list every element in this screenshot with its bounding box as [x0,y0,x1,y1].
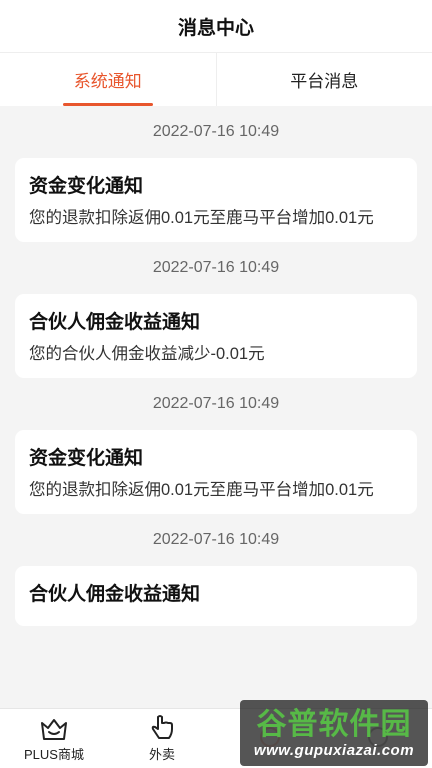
message-title: 资金变化通知 [29,448,144,469]
page-header: 消息中心 [0,0,432,52]
message-time: 2022-07-16 10:49 [152,531,280,548]
message-group: 2022-07-16 10:49 合伙人佣金收益通知 [0,514,432,626]
tab-platform-message[interactable]: 平台消息 [215,53,432,106]
hand-pointer-icon [151,715,173,739]
message-card[interactable]: 资金变化通知 您的退款扣除返佣0.01元至鹿马平台增加0.01元 [15,430,417,514]
message-time: 2022-07-16 10:49 [152,123,280,140]
tab-bar: 系统通知 平台消息 [0,52,432,106]
message-card[interactable]: 合伙人佣金收益通知 [15,566,417,626]
message-group: 2022-07-16 10:49 合伙人佣金收益通知 您的合伙人佣金收益减少-0… [0,242,432,378]
watermark-url: www.gupuxiazai.com [253,741,415,759]
message-time: 2022-07-16 10:49 [152,259,280,276]
tab-label: 系统通知 [73,72,142,91]
message-body: 您的退款扣除返佣0.01元至鹿马平台增加0.01元 [29,481,374,499]
message-body: 您的合伙人佣金收益减少-0.01元 [29,345,265,363]
message-card[interactable]: 资金变化通知 您的退款扣除返佣0.01元至鹿马平台增加0.01元 [15,158,417,242]
message-group: 2022-07-16 10:49 资金变化通知 您的退款扣除返佣0.01元至鹿马… [0,106,432,242]
crown-basket-icon [41,719,67,740]
tab-system-notice[interactable]: 系统通知 [0,53,216,106]
site-watermark: 谷普软件园 www.gupuxiazai.com [240,700,428,766]
tab-label: 平台消息 [290,72,359,91]
message-title: 合伙人佣金收益通知 [29,584,201,605]
nav-label: PLUS商城 [24,747,84,762]
message-title: 合伙人佣金收益通知 [29,312,201,333]
nav-label: 外卖 [148,747,175,762]
message-feed[interactable]: 2022-07-16 10:49 资金变化通知 您的退款扣除返佣0.01元至鹿马… [0,106,432,708]
page-title: 消息中心 [177,17,254,39]
nav-item-plus-mall[interactable]: PLUS商城 [0,709,108,768]
message-group: 2022-07-16 10:49 资金变化通知 您的退款扣除返佣0.01元至鹿马… [0,378,432,514]
message-time: 2022-07-16 10:49 [152,395,280,412]
message-title: 资金变化通知 [29,176,144,197]
message-card[interactable]: 合伙人佣金收益通知 您的合伙人佣金收益减少-0.01元 [15,294,417,378]
message-body: 您的退款扣除返佣0.01元至鹿马平台增加0.01元 [29,209,374,227]
watermark-title: 谷普软件园 [256,707,412,741]
nav-item-takeout[interactable]: 外卖 [108,709,216,768]
